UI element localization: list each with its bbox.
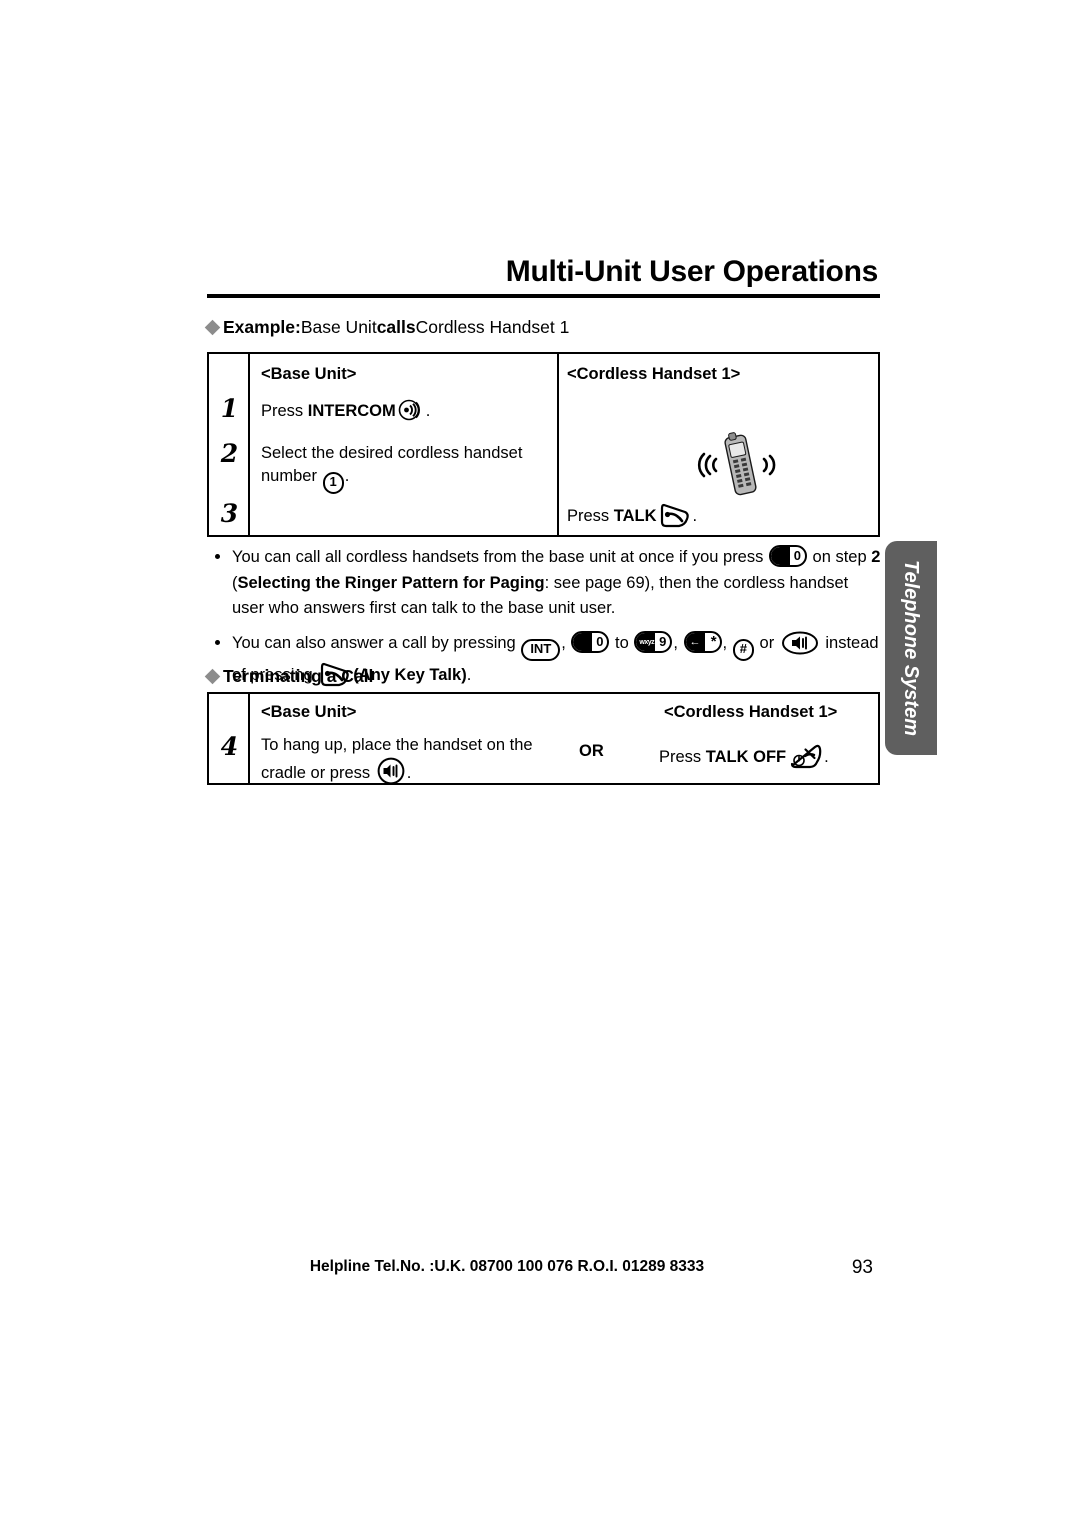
step-3-text-prefix: Press [567, 507, 614, 525]
step-3-key-label: TALK [613, 507, 657, 525]
example-heading-normal-1: Base Unit [300, 317, 377, 337]
terminating-heading-label: Terminating a Call [223, 666, 374, 686]
key-1-icon: 1 [322, 472, 344, 494]
side-tab-label: Telephone System [900, 560, 922, 736]
key-wxyz9-icon: wxyz 9 [634, 630, 673, 653]
step-number-4: 4 [220, 732, 239, 761]
key-0-icon: 0 [571, 630, 610, 653]
step-3-instruction: Press TALK. [567, 502, 697, 530]
key-0-icon: 0 [768, 545, 807, 567]
step-4-right-suffix: . [824, 748, 829, 766]
page-footer: Helpline Tel.No. :U.K. 08700 100 076 R.O… [207, 1257, 882, 1284]
table-column-divider [557, 354, 559, 535]
section-heading-example: Example: Base Unit calls Cordless Handse… [204, 317, 570, 338]
step-number-1: 1 [220, 394, 239, 423]
step-4-text-line1: To hang up, place the handset on the [261, 736, 533, 754]
example-heading-bold-1: Example: [223, 317, 301, 337]
note-2-sep-3: , [673, 633, 683, 652]
note-2-part-3: . [466, 665, 472, 684]
page-number: 93 [851, 1257, 873, 1278]
note-1-part-1: You can call all cordless handsets from … [232, 548, 768, 566]
note-2-sep-4: , [722, 633, 732, 652]
step-2-text-line1: Select the desired cordless handset [261, 444, 523, 462]
header-rule [207, 294, 880, 298]
step-2-instruction: Select the desired cordless handset numb… [261, 442, 546, 494]
step-4-right-key-label: TALK OFF [705, 748, 787, 766]
terminating-procedure-table: <Base Unit> <Cordless Handset 1> 4 To ha… [207, 692, 880, 785]
footer-helpline-text: Helpline Tel.No. :U.K. 08700 100 076 R.O… [309, 1258, 705, 1275]
example-col-header-base-unit: <Base Unit> [261, 365, 357, 383]
step-4-text-line2-prefix: cradle or press [261, 764, 375, 782]
step-4-text-line2-suffix: . [406, 764, 412, 782]
step-1-text-suffix: . [425, 402, 431, 420]
talk-off-key-icon [788, 741, 822, 771]
speakerphone-key-icon [377, 757, 405, 785]
note-1-bold-reference: Selecting the Ringer Pattern for Paging [237, 573, 545, 592]
speakerphone-key-icon [781, 631, 819, 655]
section-heading-terminating: Terminating a Call [204, 666, 374, 687]
step-number-2: 2 [220, 439, 239, 468]
key-int-icon: INT [521, 638, 561, 661]
step-4-right-prefix: Press [659, 748, 706, 766]
example-col-header-cordless-handset: <Cordless Handset 1> [567, 365, 741, 383]
bullet-dot-icon [215, 554, 220, 559]
note-2-sep-1: , [561, 633, 571, 652]
step-1-instruction: Press INTERCOM. [261, 397, 430, 423]
example-heading-bold-2: calls [376, 317, 416, 337]
step-2-text-line2-suffix: . [344, 467, 350, 485]
step-4-base-unit-instruction: To hang up, place the handset on the cra… [261, 734, 591, 785]
terminating-col-header-base-unit: <Base Unit> [261, 703, 357, 721]
bullet-dot-icon [215, 639, 220, 645]
example-procedure-table: <Base Unit> <Cordless Handset 1> 1 Press… [207, 352, 880, 537]
step-4-cordless-handset-instruction: Press TALK OFF. [659, 741, 829, 771]
talk-key-icon [659, 502, 691, 530]
side-tab-telephone-system: Telephone System [885, 541, 937, 755]
diamond-bullet-icon [204, 319, 221, 336]
page-title: Multi-Unit User Operations [505, 255, 879, 288]
intercom-icon [398, 397, 424, 423]
step-3-text-suffix: . [692, 507, 698, 525]
note-2-sep-2: to [610, 633, 634, 652]
example-heading-normal-2: Cordless Handset 1 [415, 317, 570, 337]
cordless-handset-ringing-illustration [685, 426, 795, 509]
key-star-icon: ← * [683, 630, 722, 653]
note-2-part-1: You can also answer a call by pressing [232, 633, 521, 652]
page-header: Multi-Unit User Operations [207, 255, 880, 298]
step-1-key-label: INTERCOM [307, 402, 396, 420]
diamond-bullet-icon [204, 668, 221, 685]
note-1-part-2: on step [807, 548, 872, 566]
terminating-col-header-cordless-handset: <Cordless Handset 1> [664, 703, 838, 721]
step-1-text-prefix: Press [261, 402, 308, 420]
note-2-sep-5: or [754, 633, 779, 652]
manual-page: Multi-Unit User Operations Example: Base… [0, 0, 1080, 1528]
note-1-step-ref: 2 [871, 548, 881, 566]
key-hash-icon: # [732, 638, 754, 661]
or-separator-label: OR [579, 742, 604, 760]
step-number-3: 3 [220, 499, 239, 528]
note-call-all: You can call all cordless handsets from … [207, 545, 882, 622]
step-2-text-line2-prefix: number [261, 467, 322, 485]
